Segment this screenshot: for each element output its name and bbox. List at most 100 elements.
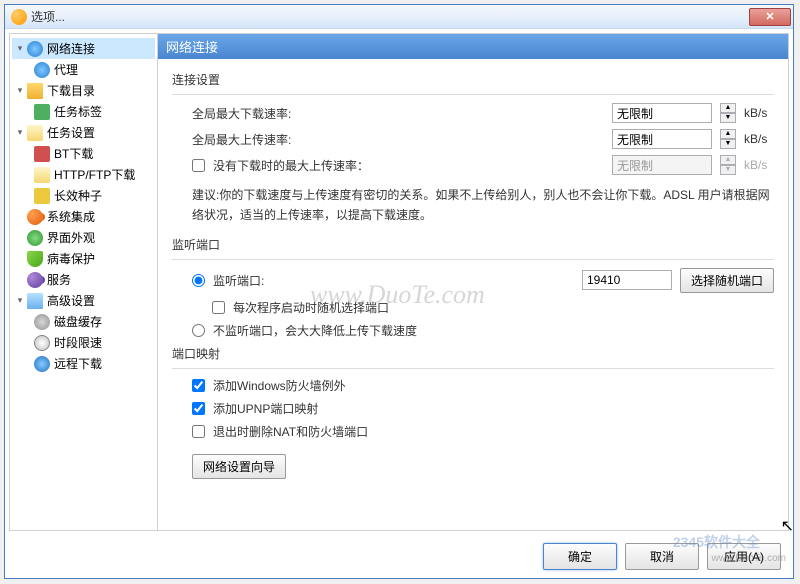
checkbox-input[interactable]	[192, 379, 205, 392]
apply-button[interactable]: 应用(A)	[707, 543, 781, 570]
collapse-icon[interactable]: ▾	[14, 127, 26, 139]
checkbox-label: 添加UPNP端口映射	[213, 400, 318, 417]
checkbox-label: 没有下载时的最大上传速率：	[213, 157, 369, 174]
tree-item-proxy[interactable]: 代理	[12, 59, 155, 80]
panel-body: 连接设置 全局最大下载速率: ▲ ▼ kB/s 全局最大上传速率:	[158, 59, 788, 530]
radio-label: 监听端口:	[213, 272, 264, 289]
globe-icon	[34, 356, 50, 372]
spinner-max-download[interactable]: ▲ ▼	[720, 103, 736, 123]
tree-item-cache[interactable]: 磁盘缓存	[12, 311, 155, 332]
tree-item-download-dir[interactable]: ▾ 下载目录	[12, 80, 155, 101]
spinner-down-icon[interactable]: ▼	[720, 113, 736, 123]
checkbox-idle-upload[interactable]: 没有下载时的最大上传速率：	[192, 157, 369, 174]
tree-item-task-settings[interactable]: ▾ 任务设置	[12, 122, 155, 143]
tree-label: 系统集成	[47, 208, 95, 225]
group-port: 监听端口	[172, 236, 774, 253]
checkbox-random-on-start[interactable]: 每次程序启动时随机选择端口	[212, 299, 774, 316]
clock-icon	[34, 335, 50, 351]
tree-label: 远程下载	[54, 355, 102, 372]
spacer	[14, 274, 26, 286]
row-idle-upload: 没有下载时的最大上传速率： ▲ ▼ kB/s	[192, 155, 774, 175]
tree-item-virus[interactable]: 病毒保护	[12, 248, 155, 269]
panel-title: 网络连接	[158, 34, 788, 59]
system-icon	[27, 209, 43, 225]
tree-label: 高级设置	[47, 292, 95, 309]
spinner-down-icon: ▼	[720, 165, 736, 175]
label-max-upload: 全局最大上传速率:	[192, 131, 332, 148]
random-port-button[interactable]: 选择随机端口	[680, 268, 774, 293]
app-icon	[11, 9, 27, 25]
tree-label: 任务标签	[54, 103, 102, 120]
window-title: 选项...	[31, 8, 749, 25]
radio-input[interactable]	[192, 274, 205, 287]
tree-label: HTTP/FTP下载	[54, 166, 135, 183]
row-listen-port: 监听端口: 选择随机端口	[192, 268, 774, 293]
radio-input[interactable]	[192, 324, 205, 337]
checkbox-label: 添加Windows防火墙例外	[213, 377, 346, 394]
checkbox-label: 退出时删除NAT和防火墙端口	[213, 423, 368, 440]
input-idle-upload	[612, 155, 712, 175]
collapse-icon[interactable]: ▾	[14, 85, 26, 97]
tree-item-network[interactable]: ▾ 网络连接	[12, 38, 155, 59]
spinner-up-icon[interactable]: ▲	[720, 129, 736, 139]
tag-icon	[34, 104, 50, 120]
checkbox-input[interactable]	[192, 159, 205, 172]
tree-item-bt[interactable]: BT下载	[12, 143, 155, 164]
disk-icon	[34, 314, 50, 330]
checkbox-input[interactable]	[192, 425, 205, 438]
tree-label: 任务设置	[47, 124, 95, 141]
tree-item-service[interactable]: 服务	[12, 269, 155, 290]
spinner-down-icon[interactable]: ▼	[720, 139, 736, 149]
spinner-idle-upload: ▲ ▼	[720, 155, 736, 175]
input-max-upload[interactable]	[612, 129, 712, 149]
collapse-icon[interactable]: ▾	[14, 43, 26, 55]
collapse-icon[interactable]: ▾	[14, 295, 26, 307]
checkbox-label: 每次程序启动时随机选择端口	[233, 299, 389, 316]
ui-icon	[27, 230, 43, 246]
tree-item-advanced[interactable]: ▾ 高级设置	[12, 290, 155, 311]
spacer	[14, 253, 26, 265]
checkbox-del-nat[interactable]: 退出时删除NAT和防火墙端口	[192, 423, 774, 440]
tree-label: 长效种子	[54, 187, 102, 204]
ok-button[interactable]: 确定	[543, 543, 617, 570]
group-mapping: 端口映射	[172, 345, 774, 362]
spinner-up-icon[interactable]: ▲	[720, 103, 736, 113]
folder-icon	[27, 83, 43, 99]
tree-label: 代理	[54, 61, 78, 78]
tree-item-task-tag[interactable]: 任务标签	[12, 101, 155, 122]
checkbox-upnp[interactable]: 添加UPNP端口映射	[192, 400, 774, 417]
tree-item-system[interactable]: 系统集成	[12, 206, 155, 227]
cancel-button[interactable]: 取消	[625, 543, 699, 570]
divider	[172, 259, 774, 260]
shield-icon	[27, 251, 43, 267]
input-port[interactable]	[582, 270, 672, 290]
service-icon	[27, 272, 43, 288]
dialog-footer: 确定 取消 应用(A)	[5, 535, 793, 578]
unit-label: kB/s	[744, 132, 774, 146]
checkbox-input[interactable]	[212, 301, 225, 314]
spinner-max-upload[interactable]: ▲ ▼	[720, 129, 736, 149]
content-panel: 网络连接 连接设置 全局最大下载速率: ▲ ▼ kB/s 全局最大上传速率:	[158, 34, 788, 530]
input-max-download[interactable]	[612, 103, 712, 123]
radio-no-listen[interactable]: 不监听端口，会大大降低上传下载速度	[192, 322, 774, 339]
tree-item-ui[interactable]: 界面外观	[12, 227, 155, 248]
options-dialog: 选项... ✕ ▾ 网络连接 代理 ▾ 下载目录 任务标签	[4, 4, 794, 579]
label-max-download: 全局最大下载速率:	[192, 105, 332, 122]
radio-listen-port[interactable]: 监听端口:	[192, 272, 264, 289]
row-max-upload: 全局最大上传速率: ▲ ▼ kB/s	[192, 129, 774, 149]
checkbox-input[interactable]	[192, 402, 205, 415]
tree-label: 病毒保护	[47, 250, 95, 267]
wizard-button[interactable]: 网络设置向导	[192, 454, 286, 479]
tree-item-schedule[interactable]: 时段限速	[12, 332, 155, 353]
unit-label: kB/s	[744, 158, 774, 172]
seed-icon	[34, 188, 50, 204]
tree-item-seed[interactable]: 长效种子	[12, 185, 155, 206]
tree-item-http[interactable]: HTTP/FTP下载	[12, 164, 155, 185]
tree-item-remote[interactable]: 远程下载	[12, 353, 155, 374]
checkbox-firewall[interactable]: 添加Windows防火墙例外	[192, 377, 774, 394]
spacer	[14, 232, 26, 244]
radio-label: 不监听端口，会大大降低上传下载速度	[213, 322, 417, 339]
group-connection: 连接设置	[172, 71, 774, 88]
close-button[interactable]: ✕	[749, 8, 791, 26]
titlebar: 选项... ✕	[5, 5, 793, 29]
